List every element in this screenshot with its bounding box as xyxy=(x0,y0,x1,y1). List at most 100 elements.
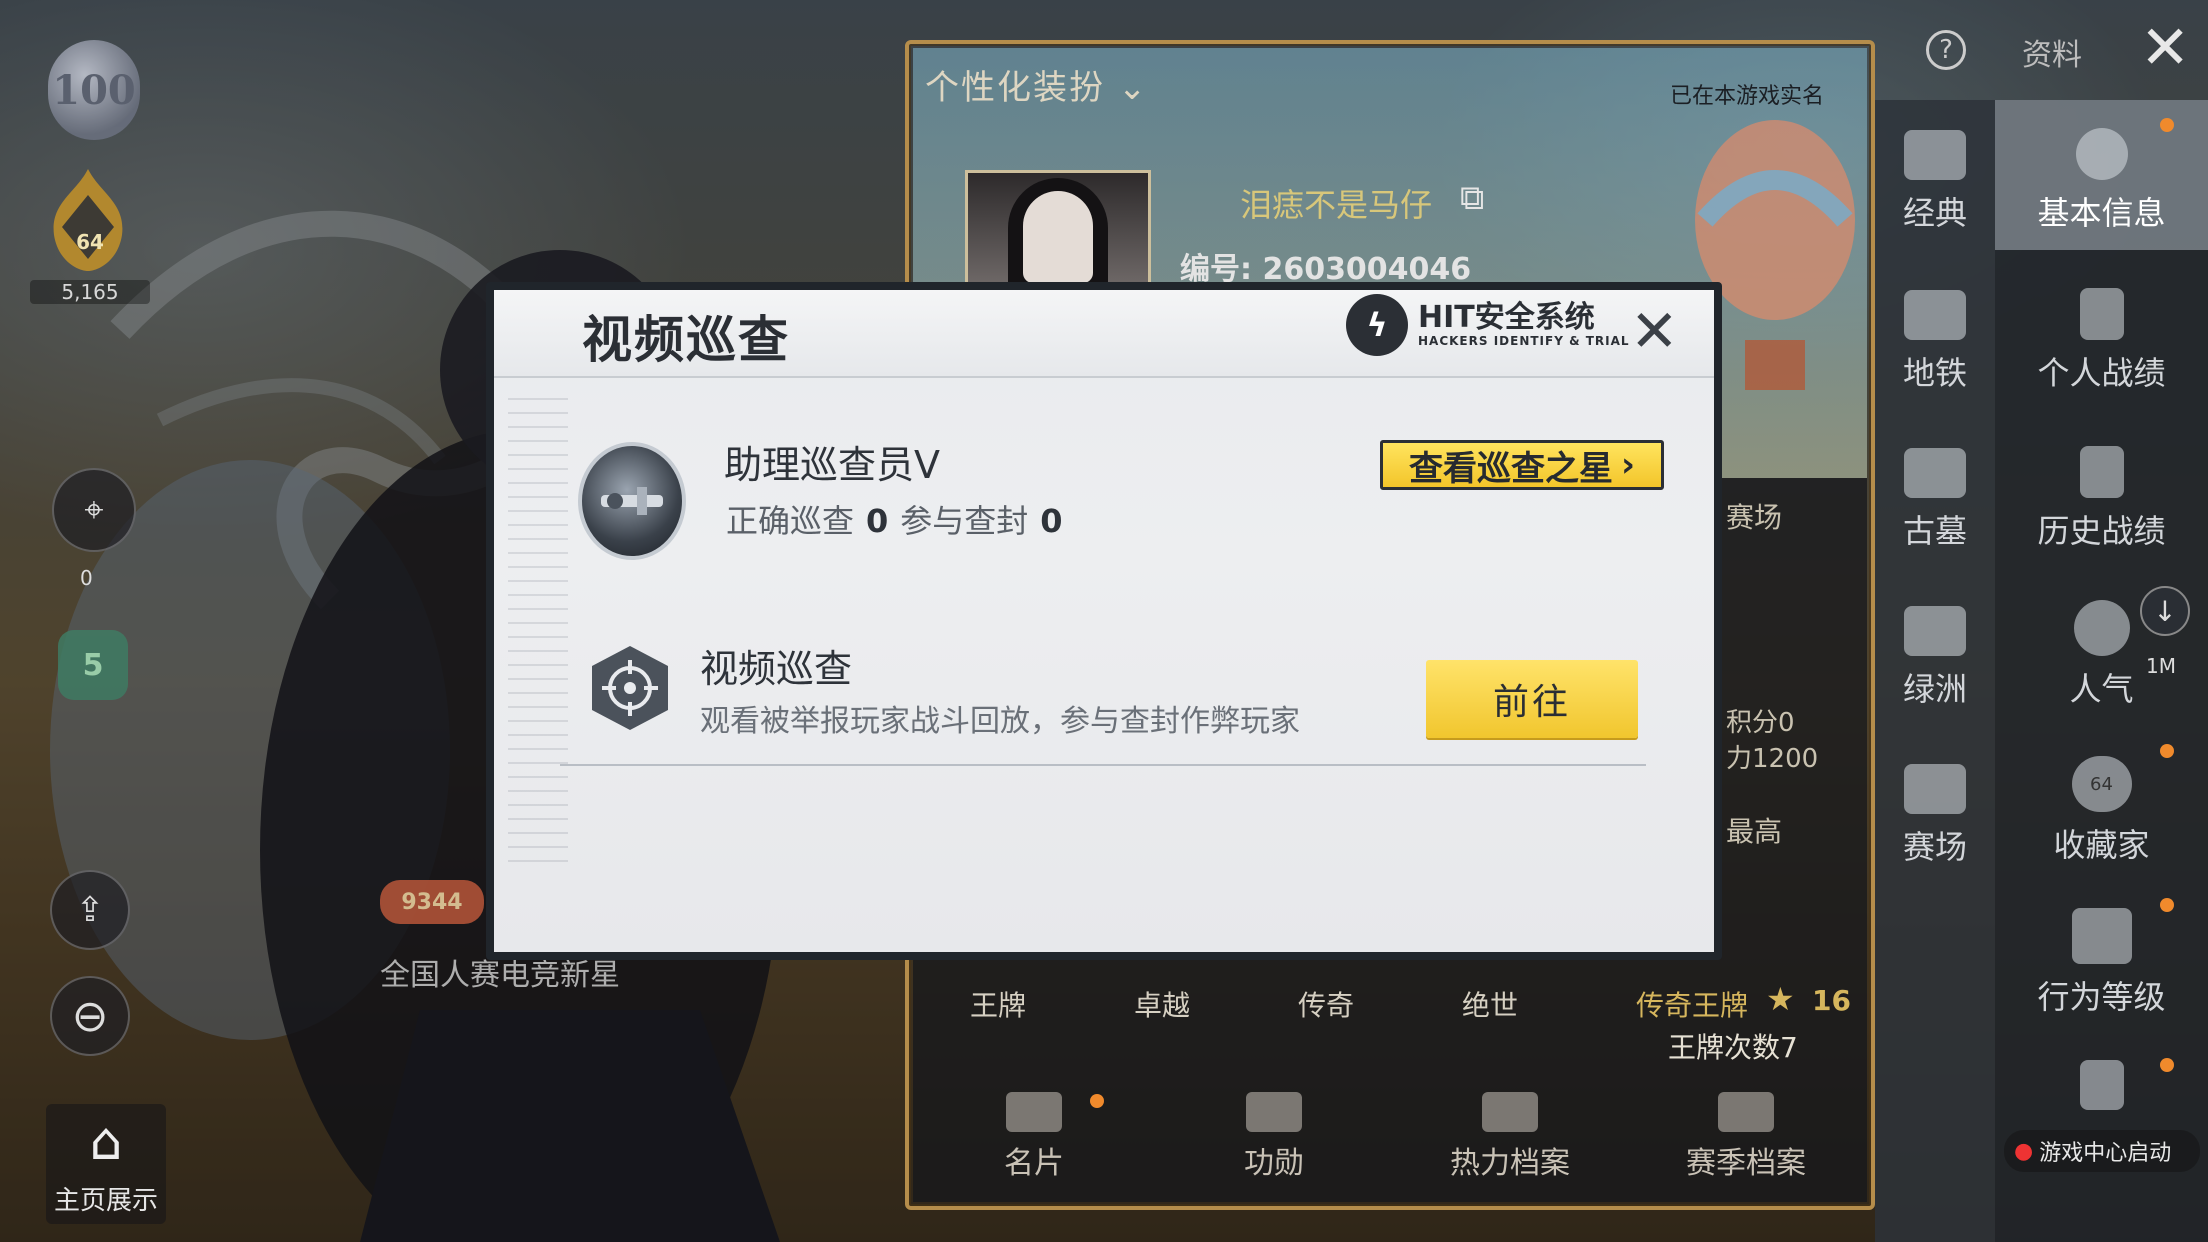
tab-season-label: 赛季档案 xyxy=(1686,1146,1806,1181)
patrol-stats: 正确巡查 0 参与查封 0 xyxy=(726,496,1075,542)
view-patrol-stars-label: 查看巡查之星 xyxy=(1408,448,1613,489)
logo-sub-text: HACKERS IDENTIFY & TRIAL xyxy=(1418,334,1630,348)
divider xyxy=(560,764,1646,766)
tab-merit[interactable]: 功勋 xyxy=(1184,1092,1364,1182)
mode-arena[interactable]: 赛场 xyxy=(1875,764,1995,868)
lightning-icon: ϟ xyxy=(1346,294,1408,356)
section-behavior[interactable]: 行为等级 xyxy=(1995,908,2208,1018)
section-collector[interactable]: 64 收藏家 xyxy=(1995,756,2208,866)
rank-tier-legend: 传奇 xyxy=(1298,989,1355,1022)
house-icon: ⌂ xyxy=(89,1112,123,1172)
chevron-right-icon: › xyxy=(1620,445,1635,485)
close-dialog-icon[interactable]: ✕ xyxy=(1630,302,1679,360)
section-history[interactable]: 历史战绩 xyxy=(1995,446,2208,552)
namecard-icon xyxy=(1006,1092,1062,1132)
profile-icon xyxy=(2075,128,2128,180)
notification-dot xyxy=(2160,118,2174,132)
patrol-role: 助理巡查员V xyxy=(724,443,940,487)
oasis-icon xyxy=(1904,606,1966,656)
avatar[interactable] xyxy=(965,170,1151,286)
patrol-rank-badge-icon xyxy=(578,442,686,560)
season-shield-icon[interactable]: 5 xyxy=(58,630,128,700)
section-more[interactable] xyxy=(1995,1060,2208,1118)
mode-metro[interactable]: 地铁 xyxy=(1875,290,1995,394)
close-icon[interactable]: ✕ xyxy=(2140,18,2190,78)
customize-dropdown[interactable]: 个性化装扮 ⌄ xyxy=(925,60,1148,109)
section-collector-label: 收藏家 xyxy=(2053,826,2150,864)
data-tab[interactable]: 资料 xyxy=(2022,30,2082,74)
mountain-icon xyxy=(1904,290,1966,340)
help-icon[interactable]: ? xyxy=(1926,30,1966,70)
rank-level: 64 xyxy=(76,230,104,254)
crosshair-icon xyxy=(592,646,668,730)
section-basic-info-label: 基本信息 xyxy=(2037,194,2166,232)
section-personal-stats[interactable]: 个人战绩 xyxy=(1995,288,2208,394)
go-button[interactable]: 前往 xyxy=(1426,660,1638,738)
mode-tomb[interactable]: 古墓 xyxy=(1875,448,1995,552)
ban-participation-label: 参与查封 xyxy=(900,502,1029,540)
view-patrol-stars-button[interactable]: 查看巡查之星 › xyxy=(1380,440,1664,490)
legend-ace-label: 传奇王牌 xyxy=(1636,989,1749,1022)
game-center-launch[interactable]: ● 游戏中心启动 xyxy=(2004,1130,2200,1172)
mode-oasis[interactable]: 绿洲 xyxy=(1875,606,1995,710)
logo-main-text: HIT安全系统 xyxy=(1418,300,1595,335)
mode-metro-label: 地铁 xyxy=(1902,354,1967,392)
highest-peek: 最高 xyxy=(1726,815,1783,848)
scope-icon[interactable]: ⌖ xyxy=(52,468,136,552)
tab-heat-label: 热力档案 xyxy=(1450,1146,1570,1181)
star-icon: ★ xyxy=(1766,980,1795,1018)
side-watermark xyxy=(508,392,568,862)
download-icon[interactable]: ↓ xyxy=(2140,586,2190,636)
notification-dot xyxy=(2160,1058,2174,1072)
tab-namecard-label: 名片 xyxy=(1004,1146,1064,1181)
game-center-label: 游戏中心启动 xyxy=(2039,1141,2172,1166)
video-patrol-row-description: 观看被举报玩家战斗回放，参与查封作弊玩家 xyxy=(700,704,1300,739)
notification-dot xyxy=(2160,898,2174,912)
stats-icon xyxy=(2079,288,2124,340)
flame-icon xyxy=(1482,1092,1538,1132)
customize-label: 个性化装扮 xyxy=(925,68,1105,108)
zoom-out-icon[interactable]: ⊖ xyxy=(50,976,130,1056)
section-basic-info[interactable]: 基本信息 xyxy=(1995,100,2208,250)
arena-peek-label: 赛场 xyxy=(1726,501,1783,534)
rank-tier-ace: 王牌 xyxy=(970,989,1027,1022)
rank-flame-icon xyxy=(53,169,123,271)
rank-tier-peerless: 绝世 xyxy=(1462,989,1519,1022)
tab-merit-label: 功勋 xyxy=(1244,1146,1304,1181)
score-peek: 积分0 xyxy=(1726,708,1795,738)
tomb-icon xyxy=(1904,448,1966,498)
chevron-down-icon: ⌄ xyxy=(1117,68,1149,108)
rank-points: 5,165 xyxy=(30,280,150,304)
level-badge: 100 xyxy=(48,40,140,140)
document-icon xyxy=(2079,1060,2124,1110)
correct-patrol-value: 0 xyxy=(866,502,889,540)
ace-count: 王牌次数7 xyxy=(1668,1031,1798,1064)
arena-icon xyxy=(1904,764,1966,814)
home-showcase-label: 主页展示 xyxy=(53,1186,158,1216)
home-showcase-button[interactable]: ⌂ 主页展示 xyxy=(46,1104,166,1224)
weapon-count: 0 xyxy=(80,566,93,590)
share-icon[interactable]: ⇪ xyxy=(50,870,130,950)
behavior-icon xyxy=(2071,908,2132,964)
power-peek: 力1200 xyxy=(1726,744,1819,774)
rank-tier-excellent: 卓越 xyxy=(1134,989,1191,1022)
history-icon xyxy=(2079,446,2124,498)
collector-icon: 64 xyxy=(2071,756,2132,812)
mode-classic[interactable]: 经典 xyxy=(1875,130,1995,234)
section-behavior-label: 行为等级 xyxy=(2037,978,2166,1016)
section-history-label: 历史战绩 xyxy=(2037,512,2166,550)
dialog-title: 视频巡查 xyxy=(582,311,790,369)
classic-icon xyxy=(1904,130,1966,180)
popularity-count: 1M xyxy=(2146,654,2176,678)
mode-classic-label: 经典 xyxy=(1902,194,1967,232)
collector-level: 64 xyxy=(2090,773,2113,795)
tab-heat-archive[interactable]: 热力档案 xyxy=(1420,1092,1600,1182)
mode-arena-label: 赛场 xyxy=(1902,828,1967,866)
banner-score-badge: 9344 xyxy=(380,880,484,924)
section-personal-stats-label: 个人战绩 xyxy=(2037,354,2166,392)
tab-season-archive[interactable]: 赛季档案 xyxy=(1656,1092,1836,1182)
season-icon xyxy=(1718,1092,1774,1132)
merit-icon xyxy=(1246,1092,1302,1132)
copy-nickname-icon[interactable]: ⧉ xyxy=(1460,178,1484,218)
video-patrol-dialog: 视频巡查 ϟ HIT安全系统 HACKERS IDENTIFY & TRIAL … xyxy=(486,282,1722,960)
